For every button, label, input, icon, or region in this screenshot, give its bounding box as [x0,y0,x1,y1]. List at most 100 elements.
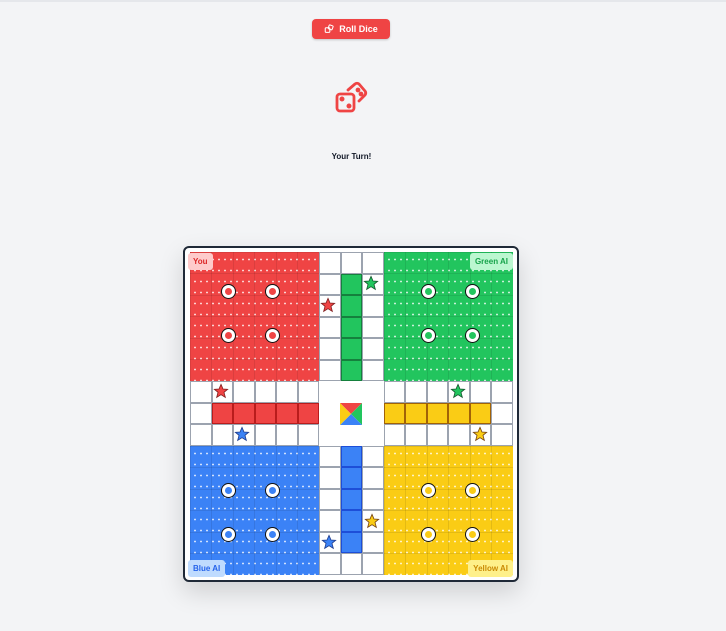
board-path-cell [254,424,276,446]
board-path-cell [405,381,427,403]
board-path-cell [491,402,513,424]
green-token[interactable] [421,328,436,343]
star-icon [450,383,466,399]
top-divider [0,0,726,2]
star-icon [234,426,250,442]
player-label-blue: Blue AI [188,560,226,577]
green-home-lane-cell [340,316,362,338]
board-path-cell [340,252,362,274]
blue-home-lane-cell [340,531,362,553]
yellow-home-lane-cell [426,402,448,424]
board-path-cell [362,553,384,575]
blue-home-lane-cell [340,467,362,489]
green-token[interactable] [421,284,436,299]
board-path-cell [276,424,298,446]
board-path-cell [362,252,384,274]
board-path-cell [254,381,276,403]
roll-dice-label: Roll Dice [339,24,378,34]
green-home-lane-cell [340,273,362,295]
red-home-lane-cell [254,402,276,424]
player-label-yellow: Yellow AI [468,560,513,577]
red-token[interactable] [221,328,236,343]
red-token[interactable] [265,328,280,343]
blue-token[interactable] [265,527,280,542]
blue-home-lane-cell [340,445,362,467]
board-path-cell [383,381,405,403]
board-path-cell [362,338,384,360]
board-center-space [362,381,384,403]
star-icon [320,297,336,313]
board-center-space [319,424,341,446]
board-center-space [340,381,362,403]
board-path-cell [190,381,212,403]
roll-dice-button[interactable]: Roll Dice [312,19,390,39]
dice-icon [335,81,368,113]
green-token[interactable] [465,284,480,299]
star-icon [213,383,229,399]
red-token[interactable] [265,284,280,299]
board-path-cell [319,553,341,575]
yellow-home-lane-cell [469,402,491,424]
board-path-cell [319,445,341,467]
yellow-token[interactable] [465,483,480,498]
yellow-token[interactable] [465,527,480,542]
board-path-cell [448,424,470,446]
board-path-cell [383,424,405,446]
board-path-cell [426,381,448,403]
board-path-cell [319,338,341,360]
board-path-cell [362,359,384,381]
yellow-home-yard [384,446,513,575]
yellow-token[interactable] [421,483,436,498]
board-path-cell [233,381,255,403]
star-icon [472,426,488,442]
board-path-cell [297,381,319,403]
red-home-yard [190,252,319,381]
board-path-cell [362,467,384,489]
star-icon [364,513,380,529]
star-icon [321,534,337,550]
green-home-yard [384,252,513,381]
board-center-space [340,424,362,446]
board-path-cell [426,424,448,446]
blue-token[interactable] [221,527,236,542]
board-path-cell [491,381,513,403]
red-home-lane-cell [211,402,233,424]
board-path-cell [362,316,384,338]
board-path-cell [211,424,233,446]
ludo-board: You Green AI Blue AI Yellow AI [183,246,519,582]
board-path-cell [362,488,384,510]
player-label-green: Green AI [469,253,513,270]
board-path-cell [491,424,513,446]
board-path-cell [405,424,427,446]
green-home-lane-cell [340,295,362,317]
board-path-cell [297,424,319,446]
dice-icon [324,24,334,33]
red-token[interactable] [221,284,236,299]
board-path-cell [319,488,341,510]
blue-token[interactable] [265,483,280,498]
star-icon [363,275,379,291]
blue-home-lane-cell [340,488,362,510]
player-label-red: You [188,253,213,270]
board-path-cell [319,316,341,338]
board-path-cell [319,252,341,274]
board-path-cell [276,381,298,403]
board-path-cell [362,531,384,553]
red-home-lane-cell [276,402,298,424]
board-path-cell [319,467,341,489]
yellow-home-lane-cell [405,402,427,424]
blue-home-yard [190,446,319,575]
board-path-cell [190,402,212,424]
center-home-triangle [340,403,362,425]
yellow-home-lane-cell [448,402,470,424]
green-token[interactable] [465,328,480,343]
blue-token[interactable] [221,483,236,498]
yellow-token[interactable] [421,527,436,542]
board-path-cell [469,381,491,403]
board-center-space [319,381,341,403]
green-home-lane-cell [340,359,362,381]
board-center-space [362,402,384,424]
board-path-cell [190,424,212,446]
blue-home-lane-cell [340,510,362,532]
red-home-lane-cell [297,402,319,424]
